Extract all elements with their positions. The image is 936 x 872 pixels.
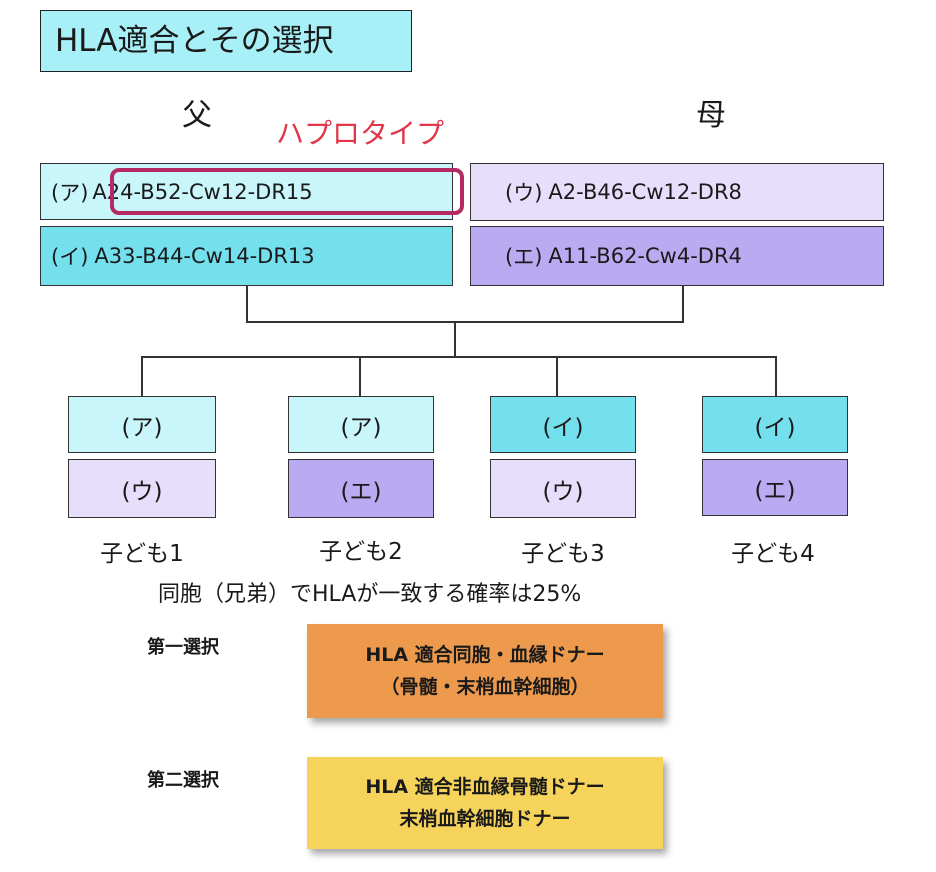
- child3-label: 子ども3: [521, 541, 605, 567]
- mother-haplotype-u: (ウ) A2-B46-Cw12-DR8: [470, 163, 884, 221]
- child4-haplotype-top: (イ): [702, 396, 848, 453]
- child3-haplotype-top: (イ): [490, 396, 636, 453]
- haplotype-highlight-frame: [110, 168, 464, 215]
- page-title: HLA適合とその選択: [40, 10, 412, 72]
- child2-connector: [359, 356, 361, 396]
- probability-text: 同胞（兄弟）でHLAが一致する確率は25%: [158, 582, 582, 607]
- haplotype-prefix: (ウ): [505, 181, 543, 205]
- haplotype-value: A33-B44-Cw14-DR13: [94, 244, 315, 268]
- child4-connector: [775, 356, 777, 396]
- child2-haplotype-bottom: (エ): [288, 459, 434, 518]
- second-choice-label: 第二選択: [147, 770, 219, 791]
- haplotype-prefix: (イ): [51, 245, 89, 269]
- first-choice-label: 第一選択: [147, 637, 219, 658]
- child1-label: 子ども1: [100, 541, 184, 567]
- children-bar: [141, 356, 777, 358]
- first-choice-line2: （骨髄・末梢血幹細胞）: [380, 676, 590, 698]
- child4-haplotype-bottom: (エ): [702, 459, 848, 516]
- child1-connector: [141, 356, 143, 396]
- child4-label: 子ども4: [731, 541, 815, 567]
- mother-haplotype-e: (エ) A11-B62-Cw4-DR4: [470, 226, 884, 286]
- father-label: 父: [182, 98, 212, 133]
- first-choice-box: HLA 適合同胞・血縁ドナー （骨髄・末梢血幹細胞）: [307, 624, 663, 718]
- parents-bar: [246, 321, 684, 323]
- haplotype-value: A11-B62-Cw4-DR4: [548, 244, 742, 268]
- child1-haplotype-top: (ア): [68, 396, 216, 453]
- haplotype-prefix: (ア): [51, 180, 89, 205]
- mother-connector: [682, 286, 684, 323]
- child2-haplotype-top: (ア): [288, 396, 434, 453]
- descent-connector: [454, 321, 456, 358]
- first-choice-line1: HLA 適合同胞・血縁ドナー: [365, 644, 605, 666]
- child3-haplotype-bottom: (ウ): [490, 459, 636, 518]
- second-choice-box: HLA 適合非血縁骨髄ドナー 末梢血幹細胞ドナー: [307, 757, 663, 849]
- haplotype-label: ハプロタイプ: [276, 117, 445, 150]
- mother-label: 母: [696, 98, 726, 133]
- child2-label: 子ども2: [319, 539, 403, 565]
- child3-connector: [556, 356, 558, 396]
- haplotype-prefix: (エ): [505, 245, 543, 269]
- haplotype-value: A2-B46-Cw12-DR8: [548, 180, 742, 204]
- second-choice-line2: 末梢血幹細胞ドナー: [399, 808, 571, 830]
- second-choice-line1: HLA 適合非血縁骨髄ドナー: [365, 776, 605, 798]
- child1-haplotype-bottom: (ウ): [68, 459, 216, 518]
- father-haplotype-i: (イ) A33-B44-Cw14-DR13: [40, 226, 453, 286]
- father-connector: [246, 286, 248, 323]
